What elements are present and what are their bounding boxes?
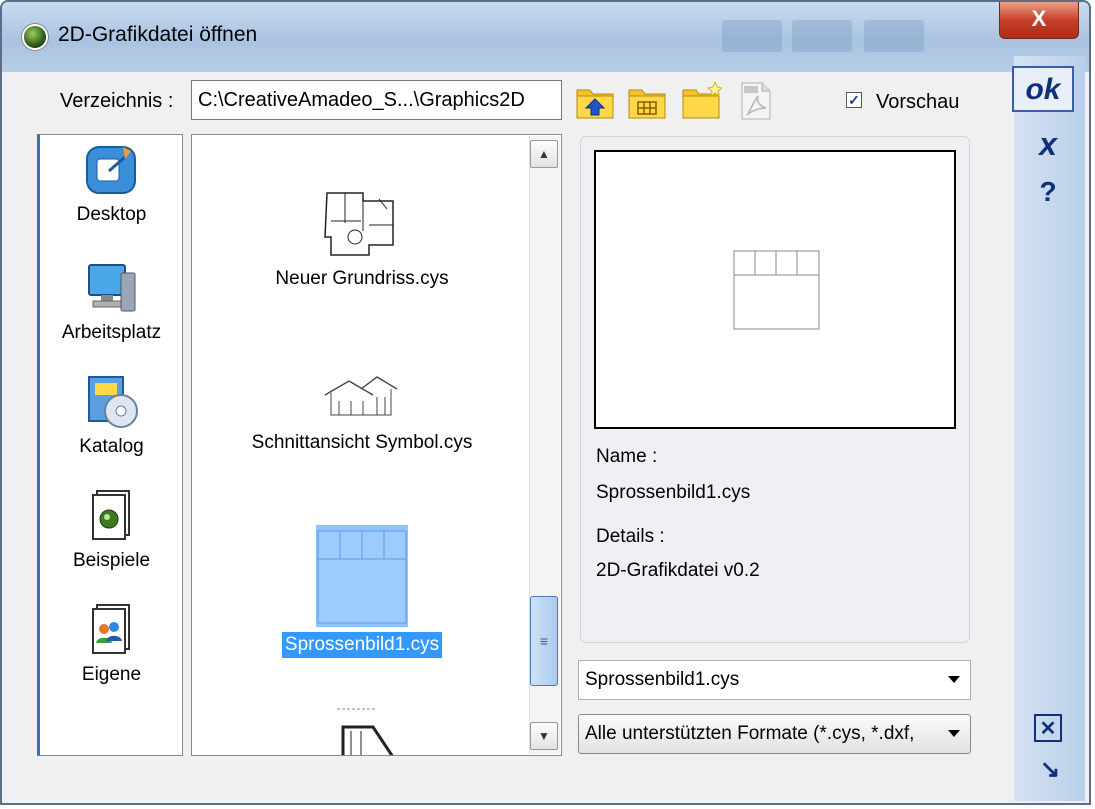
new-folder-icon[interactable] [680,80,724,122]
places-sidebar: Desktop Arbeitsplatz Katalog Beispiele E… [37,134,183,756]
folder-up-icon[interactable] [574,80,616,122]
file-type-select[interactable]: Alle unterstützten Formate (*.cys, *.dxf… [578,714,971,754]
desktop-icon [85,146,136,194]
scroll-down-button[interactable]: ▼ [530,722,558,750]
help-button[interactable]: ? [1028,172,1068,212]
cancel-button[interactable]: x [1028,124,1068,164]
user-files-icon [91,604,130,654]
details-value: 2D-Grafikdatei v0.2 [596,560,760,581]
file-name: Sprossenbild1.cys [281,632,443,658]
window-title: 2D-Grafikdatei öffnen [58,23,258,46]
file-item[interactable]: Neuer Grundriss.cys [192,185,532,292]
pdf-icon[interactable] [734,80,776,122]
side-button-bar [1014,56,1085,801]
file-item-selected[interactable]: Sprossenbild1.cys [192,525,532,658]
directory-label: Verzeichnis : [60,90,174,112]
name-label: Name : [596,446,658,467]
scroll-up-button[interactable]: ▲ [530,140,558,168]
preview-frame [594,150,956,429]
filename-combo-value: Sprossenbild1.cys [585,669,740,690]
file-list: Neuer Grundriss.cys Schnittansicht Symbo… [191,134,562,756]
directory-field[interactable] [191,80,562,120]
close-button[interactable]: X [999,2,1079,39]
preview-checkbox-label: Vorschau [876,91,960,113]
catalog-icon [87,376,138,428]
place-label: Arbeitsplatz [61,322,162,343]
chevron-down-icon[interactable] [948,676,960,683]
faded-toolbar-icon [864,20,924,52]
faded-toolbar-icon [722,20,782,52]
close-box-button[interactable]: ✕ [1034,714,1062,742]
place-label: Katalog [79,436,144,457]
file-name: Schnittansicht Symbol.cys [251,432,473,453]
file-thumbnail [316,525,408,627]
details-label: Details : [596,526,665,547]
folder-grid-icon[interactable] [626,80,668,122]
preview-checkbox[interactable]: ✓ [846,92,862,108]
file-list-scrollbar[interactable]: ▲ ≡ ▼ [529,136,560,754]
file-thumbnail [324,376,398,416]
preview-image [731,245,822,336]
faded-toolbar-icon [792,20,852,52]
app-logo-icon [24,26,46,48]
file-item[interactable] [192,701,532,755]
chevron-down-icon[interactable] [948,730,960,737]
place-desktop[interactable]: Desktop [40,141,183,226]
file-thumbnail [324,192,394,256]
place-label: Eigene [81,664,142,685]
resize-handle-icon[interactable]: ↘ [1036,756,1064,784]
examples-icon [91,490,130,540]
title-bar: 2D-Grafikdatei öffnen X [2,2,1089,72]
file-type-select-value: Alle unterstützten Formate (*.cys, *.dxf… [585,723,915,744]
file-item[interactable]: Schnittansicht Symbol.cys [192,367,532,456]
file-name: Neuer Grundriss.cys [275,268,449,289]
place-label: Beispiele [72,550,151,571]
ok-button[interactable]: ok [1012,66,1074,112]
file-thumbnail [337,708,394,755]
name-value: Sprossenbild1.cys [596,482,751,503]
scroll-thumb[interactable]: ≡ [530,596,558,686]
place-computer[interactable]: Arbeitsplatz [40,259,183,344]
place-examples[interactable]: Beispiele [40,487,183,572]
filename-combo[interactable]: Sprossenbild1.cys [578,660,971,700]
place-user-files[interactable]: Eigene [40,601,183,686]
place-catalog[interactable]: Katalog [40,373,183,458]
place-label: Desktop [76,204,147,225]
computer-icon [87,264,135,312]
